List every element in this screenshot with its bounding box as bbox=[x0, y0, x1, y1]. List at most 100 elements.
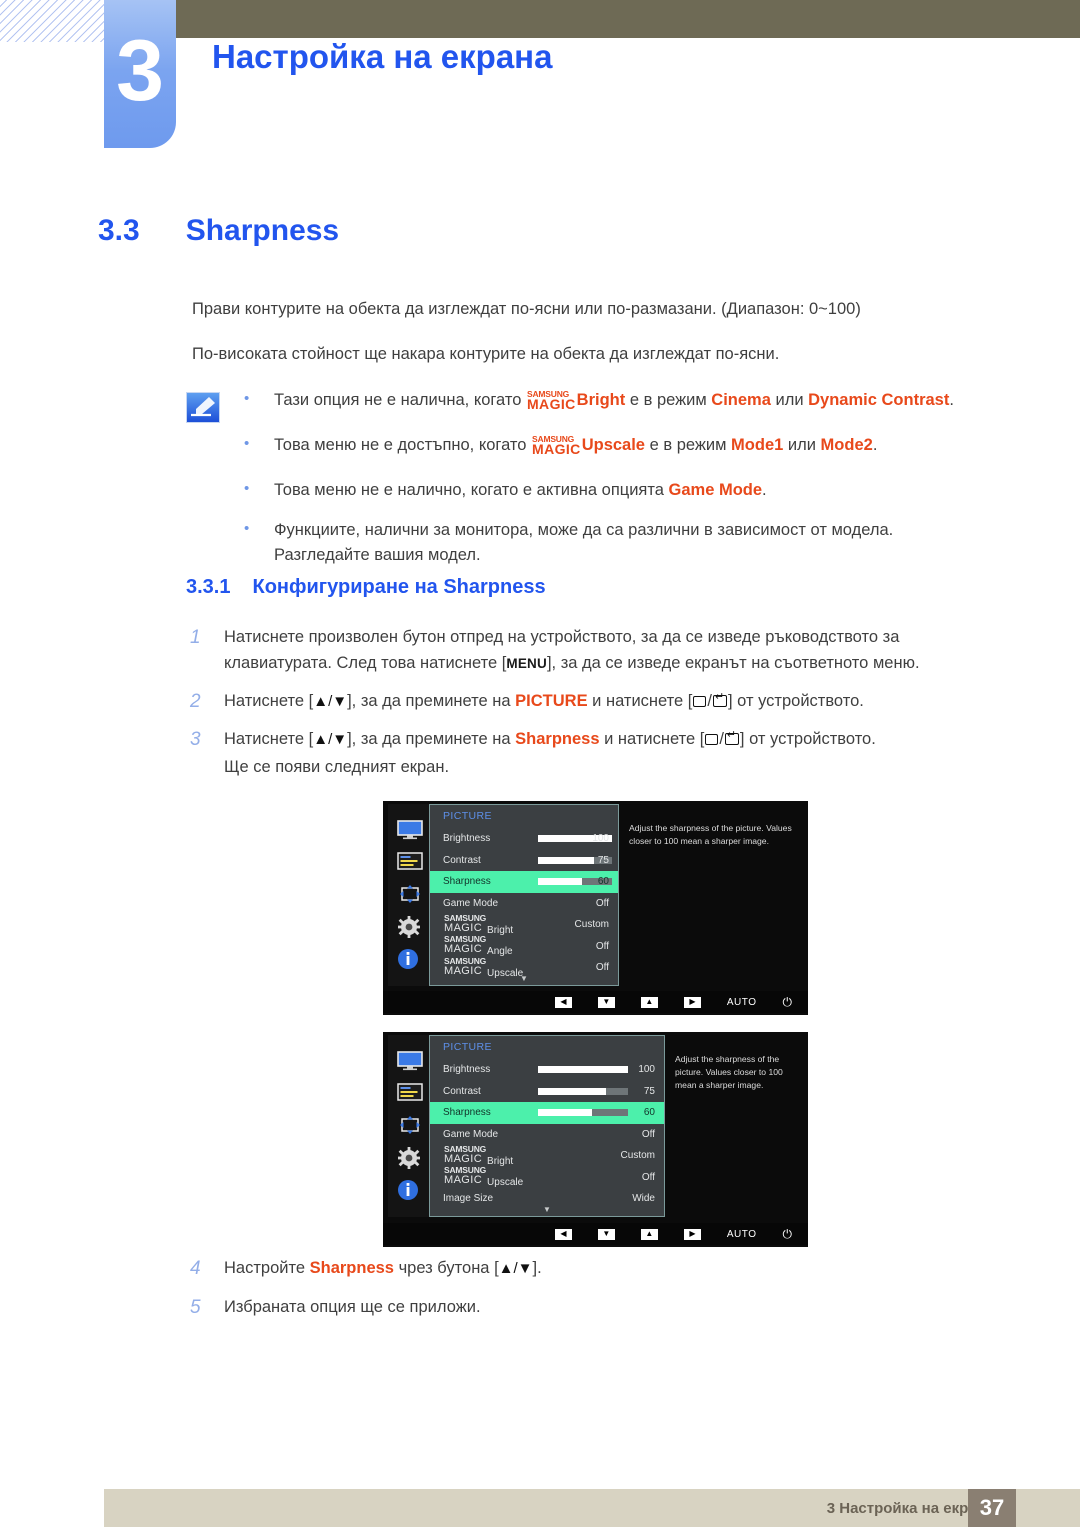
bullet-text: Тази опция не е налична, когато SAMSUNG M… bbox=[274, 389, 954, 412]
updown-arrow-icon: ▲/▼ bbox=[313, 731, 348, 749]
table-row[interactable]: SAMSUNG MAGIC Upscale Off bbox=[430, 1165, 664, 1189]
list-item: 1 Натиснете произволен бутон отпред на у… bbox=[190, 624, 990, 677]
osd-description-text: Adjust the sharpness of the picture. Val… bbox=[629, 823, 792, 846]
step-number: 1 bbox=[190, 627, 201, 648]
bullet-marker: • bbox=[244, 434, 250, 452]
table-row[interactable]: SAMSUNG MAGIC Bright Custom bbox=[430, 1145, 664, 1167]
table-row-selected[interactable]: Sharpness 60 bbox=[430, 1102, 664, 1124]
chapter-number: 3 bbox=[116, 23, 164, 119]
magic-label: MAGIC bbox=[527, 396, 576, 412]
osd-row-value: 100 bbox=[592, 833, 609, 845]
subsection-number: 3.3.1 bbox=[186, 576, 231, 598]
power-icon[interactable]: ⏻ bbox=[783, 1228, 793, 1240]
osd-slider[interactable] bbox=[538, 1066, 628, 1074]
magic-label: MAGIC bbox=[532, 440, 581, 457]
osd-description-text: Adjust the sharpness of the picture. Val… bbox=[675, 1054, 783, 1090]
table-row[interactable]: Contrast 75 bbox=[430, 850, 618, 872]
step-text: Настройте Sharpness чрез бутона [▲/▼]. bbox=[224, 1259, 542, 1277]
monitor-icon[interactable] bbox=[397, 1051, 423, 1071]
source-box-icon bbox=[705, 734, 719, 746]
position-arrows-icon[interactable] bbox=[397, 1115, 423, 1135]
left-arrow-key-icon[interactable]: ◀ bbox=[554, 996, 572, 1008]
table-row[interactable]: Contrast 75 bbox=[430, 1081, 664, 1103]
down-arrow-key-icon[interactable]: ▼ bbox=[597, 1228, 615, 1240]
page-number: 37 bbox=[979, 1495, 1005, 1520]
table-row[interactable]: Game Mode Off bbox=[430, 1124, 664, 1146]
chevron-down-icon[interactable]: ▼ bbox=[520, 974, 528, 983]
updown-arrow-icon: ▲/▼ bbox=[313, 692, 348, 710]
up-arrow-key-icon[interactable]: ▲ bbox=[640, 1228, 658, 1240]
list-item: 5 Избраната опция ще се приложи. bbox=[190, 1294, 990, 1322]
table-row[interactable]: SAMSUNG MAGIC Angle Off bbox=[430, 934, 618, 958]
bullet-text: Функциите, налични за монитора, може да … bbox=[274, 521, 894, 564]
osd-icon-rail bbox=[388, 1035, 432, 1217]
osd-row-list: Brightness 100 Contrast 75 Sharpness 60 … bbox=[430, 828, 618, 979]
subsection-title: Конфигуриране на Sharpness bbox=[252, 576, 546, 598]
monitor-icon[interactable] bbox=[397, 820, 423, 840]
info-icon[interactable] bbox=[397, 948, 423, 969]
osd-row-label: SAMSUNG MAGIC Upscale bbox=[444, 1165, 524, 1189]
step-text: Натиснете [▲/▼], за да преминете на PICT… bbox=[224, 688, 990, 714]
osd-row-value: Custom bbox=[620, 1150, 655, 1162]
osd-row-value: 75 bbox=[643, 1085, 655, 1097]
table-row[interactable]: SAMSUNG MAGIC Bright Custom bbox=[430, 914, 618, 936]
updown-arrow-icon: ▲/▼ bbox=[498, 1260, 533, 1277]
list-item: 4 Настройте Sharpness чрез бутона [▲/▼]. bbox=[190, 1255, 990, 1283]
osd-picture-panel: PICTURE Brightness 100 Contrast 75 Sharp… bbox=[429, 1035, 665, 1217]
list-item: • Това меню не е достъпно, когато SAMSUN… bbox=[244, 433, 1034, 462]
chevron-down-icon[interactable]: ▼ bbox=[543, 1205, 551, 1214]
position-arrows-icon[interactable] bbox=[397, 884, 423, 904]
osd-slider[interactable] bbox=[538, 1087, 628, 1095]
osd-row-label: Game Mode bbox=[443, 1128, 499, 1140]
auto-key-label[interactable]: AUTO bbox=[727, 1229, 757, 1240]
list-item: • Това меню не е налично, когато е актив… bbox=[244, 478, 1034, 503]
osd-icon-rail bbox=[388, 804, 432, 986]
down-arrow-key-icon[interactable]: ▼ bbox=[597, 996, 615, 1008]
osd-row-value: Wide bbox=[632, 1193, 655, 1205]
osd-row-label: Game Mode bbox=[443, 897, 499, 909]
osd-menu-title: PICTURE bbox=[443, 810, 492, 822]
osd-body: PICTURE Brightness 100 Contrast 75 Sharp… bbox=[383, 801, 808, 989]
osd-row-label: Sharpness bbox=[443, 876, 491, 888]
page-number-box: 37 bbox=[968, 1489, 1016, 1527]
table-row[interactable]: Brightness 100 bbox=[430, 828, 618, 850]
osd-bars-icon[interactable] bbox=[397, 1083, 423, 1103]
gear-icon[interactable] bbox=[397, 916, 423, 938]
gear-icon[interactable] bbox=[397, 1147, 423, 1169]
info-icon[interactable] bbox=[397, 1179, 423, 1200]
osd-row-label: Contrast bbox=[443, 1085, 481, 1097]
osd-row-label: Contrast bbox=[443, 854, 481, 866]
osd-row-label: Brightness bbox=[443, 1064, 491, 1076]
source-box-icon bbox=[693, 695, 707, 707]
osd-bars-icon[interactable] bbox=[397, 852, 423, 872]
osd-slider[interactable] bbox=[538, 1109, 628, 1117]
table-row[interactable]: Brightness 100 bbox=[430, 1059, 664, 1081]
step-number: 2 bbox=[190, 690, 201, 712]
section-title: Sharpness bbox=[185, 214, 340, 247]
auto-key-label[interactable]: AUTO bbox=[727, 997, 757, 1008]
osd-picture-panel: PICTURE Brightness 100 Contrast 75 Sharp… bbox=[429, 804, 619, 986]
table-row-selected[interactable]: Sharpness 60 bbox=[430, 871, 618, 893]
right-arrow-key-icon[interactable]: ▶ bbox=[683, 1228, 701, 1240]
step-text: Натиснете произволен бутон отпред на уст… bbox=[224, 628, 920, 673]
table-row[interactable]: Game Mode Off bbox=[430, 893, 618, 915]
step-number: 5 bbox=[190, 1296, 201, 1318]
power-icon[interactable]: ⏻ bbox=[783, 996, 793, 1008]
enter-return-icon bbox=[712, 691, 727, 707]
osd-key-guide-bar: ◀ ▼ ▲ ▶ AUTO ⏻ bbox=[383, 991, 808, 1013]
osd-row-value: 60 bbox=[597, 876, 609, 888]
procedure-steps-tail: 4 Настройте Sharpness чрез бутона [▲/▼].… bbox=[190, 1255, 990, 1332]
subsection-heading: 3.3.1 Конфигуриране на Sharpness bbox=[186, 576, 546, 599]
intro-paragraph-1: Прави контурите на обекта да изглеждат п… bbox=[192, 300, 861, 318]
right-arrow-key-icon[interactable]: ▶ bbox=[683, 996, 701, 1008]
osd-row-list: Brightness 100 Contrast 75 Sharpness 60 … bbox=[430, 1059, 664, 1210]
osd-row-value: Off bbox=[595, 897, 609, 909]
up-arrow-key-icon[interactable]: ▲ bbox=[640, 996, 658, 1008]
left-arrow-key-icon[interactable]: ◀ bbox=[554, 1228, 572, 1240]
osd-row-label: SAMSUNG MAGIC Angle bbox=[444, 934, 513, 958]
procedure-steps: 1 Натиснете произволен бутон отпред на у… bbox=[190, 624, 990, 765]
osd-row-value: Off bbox=[595, 962, 609, 974]
osd-menu-screenshot-1: PICTURE Brightness 100 Contrast 75 Sharp… bbox=[383, 801, 808, 1015]
osd-row-value: 100 bbox=[638, 1064, 655, 1076]
osd-row-label: Brightness bbox=[443, 833, 491, 845]
